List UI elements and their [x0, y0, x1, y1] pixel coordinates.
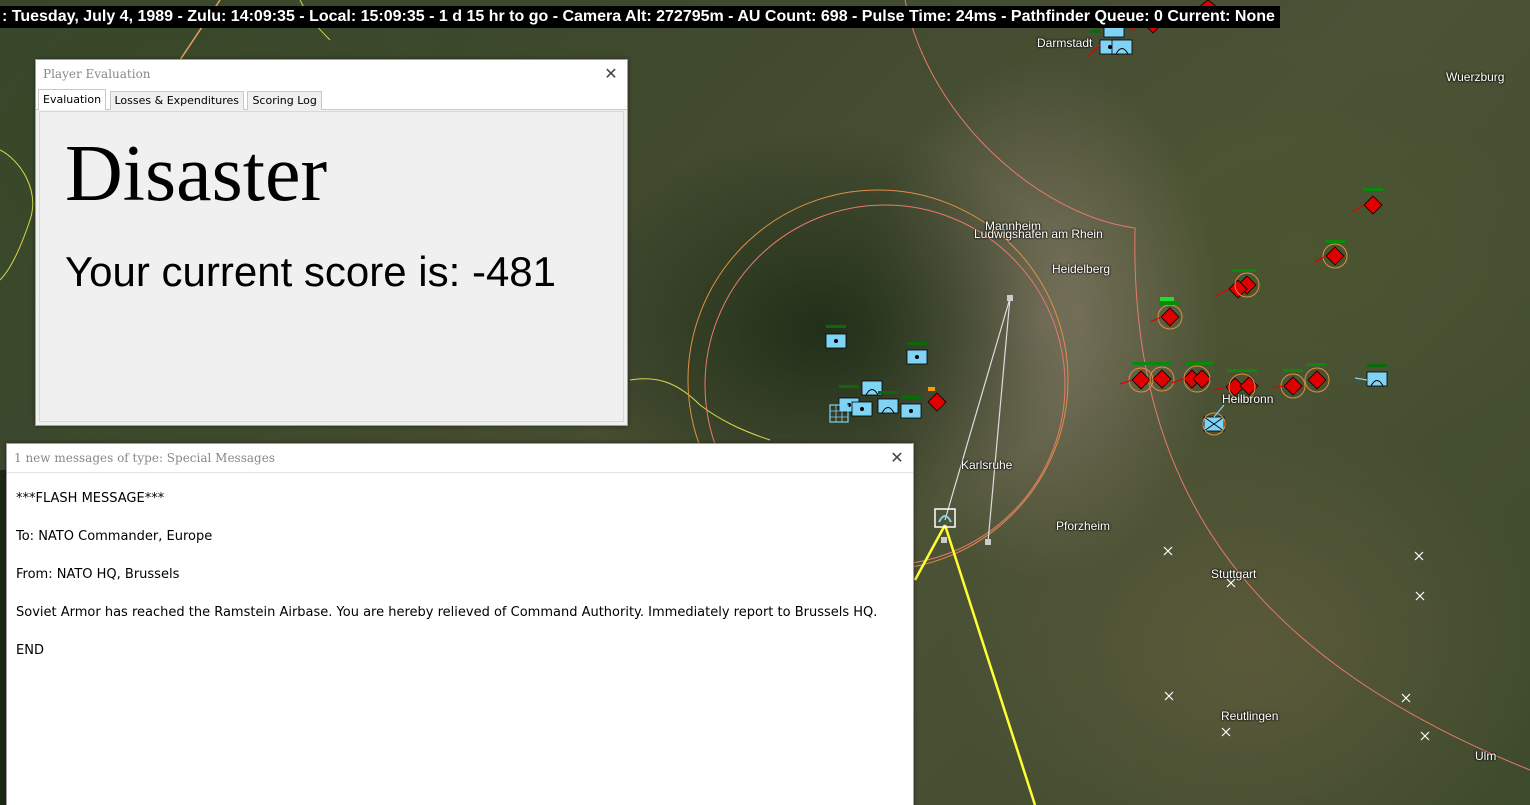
- city-reutlingen: Reutlingen: [1221, 709, 1279, 723]
- city-wuerzburg: Wuerzburg: [1446, 70, 1505, 84]
- tab-scoring-log[interactable]: Scoring Log: [247, 91, 322, 110]
- message-from: From: NATO HQ, Brussels: [16, 567, 180, 582]
- border-line: [0, 149, 34, 281]
- city-darmstadt: Darmstadt: [1037, 36, 1093, 50]
- city-stuttgart: Stuttgart: [1211, 567, 1257, 581]
- city-heidelberg: Heidelberg: [1052, 262, 1111, 276]
- tab-evaluation[interactable]: Evaluation: [38, 89, 107, 110]
- message-to: To: NATO Commander, Europe: [16, 529, 213, 544]
- evaluation-verdict: Disaster: [65, 130, 328, 218]
- current-score: Your current score is: -481: [65, 248, 557, 295]
- waypoint[interactable]: [941, 537, 947, 543]
- unit-health-bar: [1160, 297, 1174, 301]
- player-evaluation-window[interactable]: Player Evaluation ✕ Evaluation Losses & …: [35, 59, 628, 426]
- window-title: Player Evaluation: [43, 67, 151, 81]
- close-icon[interactable]: ✕: [887, 448, 907, 468]
- route-line: [944, 297, 1011, 543]
- window-titlebar[interactable]: Player Evaluation ✕: [36, 60, 627, 88]
- range-ring: [904, 0, 1530, 771]
- evaluation-panel: Disaster Your current score is: -481: [39, 111, 624, 422]
- tab-losses-expenditures[interactable]: Losses & Expenditures: [109, 91, 244, 110]
- friendly-unit[interactable]: [1202, 404, 1226, 436]
- message-header: ***FLASH MESSAGE***: [16, 491, 165, 506]
- window-titlebar[interactable]: 1 new messages of type: Special Messages…: [7, 444, 913, 473]
- message-end: END: [16, 643, 44, 658]
- border-line: [629, 378, 771, 441]
- friendly-unit[interactable]: [906, 342, 928, 365]
- waypoint[interactable]: [1007, 295, 1013, 301]
- friendly-unit[interactable]: [1354, 364, 1388, 387]
- friendly-unit[interactable]: [851, 401, 873, 417]
- special-messages-window[interactable]: 1 new messages of type: Special Messages…: [6, 443, 914, 805]
- status-bar: : Tuesday, July 4, 1989 - Zulu: 14:09:35…: [0, 6, 1280, 28]
- friendly-unit[interactable]: [900, 396, 922, 419]
- hostile-unit-vectors: [1087, 23, 1365, 391]
- city-karlsruhe: Karlsruhe: [961, 458, 1013, 472]
- tab-strip: Evaluation Losses & Expenditures Scoring…: [36, 88, 627, 110]
- close-icon[interactable]: ✕: [601, 64, 621, 84]
- window-title: 1 new messages of type: Special Messages: [14, 451, 275, 465]
- hostile-units[interactable]: [927, 0, 1383, 412]
- friendly-unit[interactable]: [825, 325, 847, 349]
- x-markers[interactable]: [1163, 546, 1430, 741]
- friendly-unit[interactable]: [1090, 24, 1133, 55]
- city-ulm: Ulm: [1475, 749, 1497, 763]
- route-line: [913, 524, 1037, 805]
- message-content: Soviet Armor has reached the Ramstein Ai…: [16, 605, 878, 620]
- message-body: ***FLASH MESSAGE*** To: NATO Commander, …: [7, 473, 913, 681]
- city-pforzheim: Pforzheim: [1056, 519, 1111, 533]
- waypoint[interactable]: [985, 539, 991, 545]
- city-ludwigshafen: Ludwigshafen am Rhein: [974, 227, 1103, 241]
- city-heilbronn: Heilbronn: [1222, 392, 1274, 406]
- unit-indicator: [928, 387, 935, 391]
